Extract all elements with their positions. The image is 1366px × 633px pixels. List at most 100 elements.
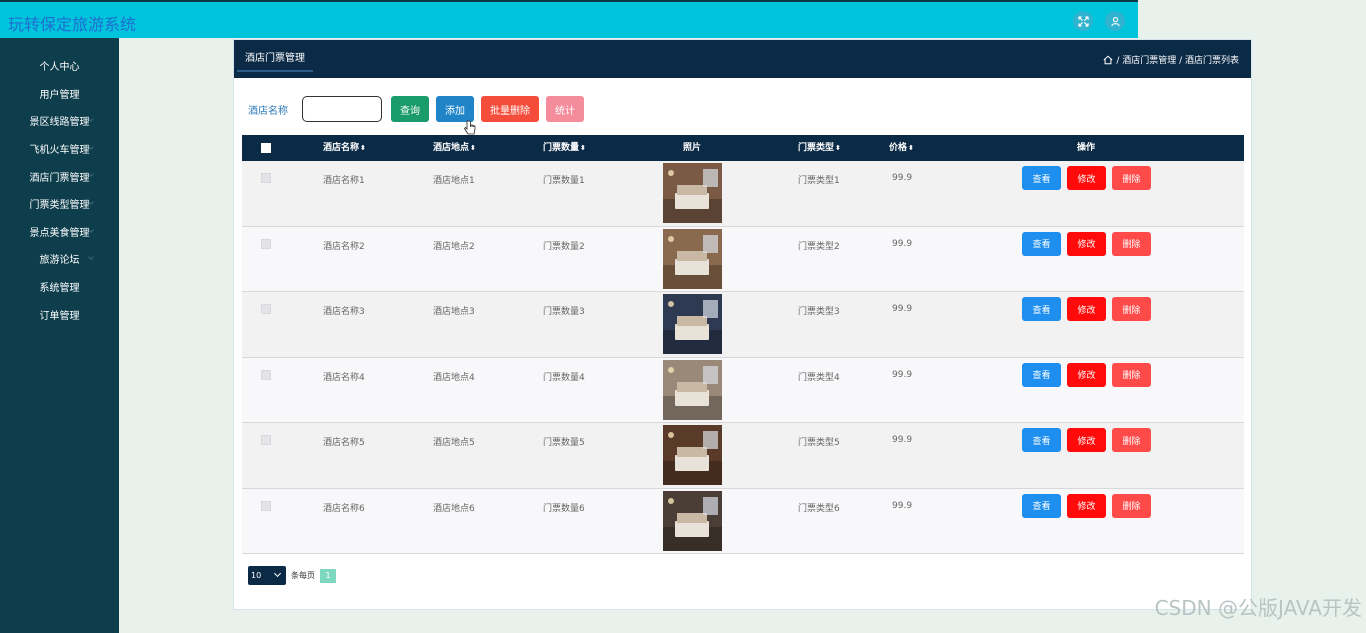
cell-ticket-quantity: 门票数量6 [543,503,585,514]
view-button[interactable]: 查看 [1022,428,1061,452]
sidebar-item[interactable]: 个人中心 [0,52,119,80]
sidebar-item-label: 个人中心 [39,62,80,74]
row-checkbox[interactable] [261,304,271,314]
sidebar-item[interactable]: 用户管理 [0,80,119,108]
sidebar-item-label: 飞机火车管理 [29,145,90,157]
delete-button[interactable]: 删除 [1112,362,1151,387]
col-hotel-location[interactable]: 酒店地点⬍ [433,135,476,161]
cell-hotel-name: 酒店名称4 [323,372,365,383]
sidebar-item[interactable]: 景点美食管理 [0,218,119,246]
cell-price: 99.9 [892,173,913,183]
sidebar-item-label: 景区线路管理 [29,117,90,129]
hotel-name-input[interactable] [302,96,382,122]
hotel-photo[interactable] [663,228,722,289]
sidebar-item-label: 系统管理 [39,283,80,295]
user-icon[interactable] [1105,11,1125,31]
query-button[interactable]: 查询 [391,96,429,122]
table-row: 酒店名称4 酒店地点4 门票数量4 门票类型4 99.9 查看 修改 删除 [242,357,1244,423]
fullscreen-icon[interactable] [1073,11,1093,31]
batch-delete-button[interactable]: 批量删除 [481,96,539,122]
hand-cursor-icon [463,120,476,135]
sidebar-item[interactable]: 门票类型管理 [0,190,119,218]
cell-hotel-name: 酒店名称1 [323,176,365,186]
stats-button[interactable]: 统计 [546,96,584,122]
add-button[interactable]: 添加 [436,96,474,122]
row-checkbox[interactable] [261,435,271,445]
edit-button[interactable]: 修改 [1067,297,1106,321]
sidebar-item[interactable]: 景区线路管理 [0,107,119,135]
cell-ticket-quantity: 门票数量5 [543,438,585,448]
chevron-down-icon [88,254,94,260]
cell-ticket-quantity: 门票数量2 [543,241,585,252]
view-button[interactable]: 查看 [1022,231,1061,256]
cell-hotel-name: 酒店名称3 [323,307,365,317]
edit-button[interactable]: 修改 [1067,428,1106,452]
table-row: 酒店名称1 酒店地点1 门票数量1 门票类型1 99.9 查看 修改 删除 [242,161,1244,227]
sidebar-item[interactable]: 酒店门票管理 [0,162,119,190]
hotel-photo[interactable] [663,490,722,551]
cell-hotel-location: 酒店地点6 [433,503,475,514]
edit-button[interactable]: 修改 [1067,362,1106,387]
cell-ticket-type: 门票类型1 [798,176,840,186]
table-header: 酒店名称⬍ 酒店地点⬍ 门票数量⬍ 照片 门票类型⬍ 价格⬍ 操作 [242,135,1244,161]
hotel-photo[interactable] [663,359,722,420]
home-icon[interactable] [1103,55,1113,65]
sidebar-item-label: 旅游论坛 [39,255,80,267]
edit-button[interactable]: 修改 [1067,166,1106,190]
view-button[interactable]: 查看 [1022,493,1061,518]
page-button-1[interactable]: 1 [320,568,336,583]
hotel-photo[interactable] [663,163,722,223]
col-hotel-name[interactable]: 酒店名称⬍ [323,135,366,161]
hotel-photo[interactable] [663,425,722,485]
cell-hotel-location: 酒店地点3 [433,307,475,317]
row-checkbox[interactable] [261,500,271,511]
col-ticket-type[interactable]: 门票类型⬍ [798,135,841,161]
delete-button[interactable]: 删除 [1112,428,1151,452]
table-row: 酒店名称5 酒店地点5 门票数量5 门票类型5 99.9 查看 修改 删除 [242,423,1244,489]
col-price[interactable]: 价格⬍ [889,135,914,161]
col-photo: 照片 [683,143,702,153]
table-body: 酒店名称1 酒店地点1 门票数量1 门票类型1 99.9 查看 修改 删除 酒店名称2 酒店地点2… [242,161,1244,554]
pagination: 10 条每页 1 [248,566,336,585]
sidebar-item[interactable]: 旅游论坛 [0,245,119,273]
cell-hotel-name: 酒店名称2 [323,241,365,252]
sidebar-item[interactable]: 系统管理 [0,273,119,301]
table-row: 酒店名称2 酒店地点2 门票数量2 门票类型2 99.9 查看 修改 删除 [242,226,1244,292]
sidebar-item-label: 订单管理 [39,310,80,322]
view-button[interactable]: 查看 [1022,166,1061,190]
delete-button[interactable]: 删除 [1112,297,1151,321]
cell-ticket-quantity: 门票数量4 [543,372,585,383]
cell-ticket-type: 门票类型5 [798,438,840,448]
edit-button[interactable]: 修改 [1067,231,1106,256]
table-row: 酒店名称6 酒店地点6 门票数量6 门票类型6 99.9 查看 修改 删除 [242,488,1244,554]
row-checkbox[interactable] [261,369,271,380]
hotel-photo[interactable] [663,294,722,354]
delete-button[interactable]: 删除 [1112,166,1151,190]
search-label: 酒店名称 [248,105,288,117]
tab-hotel-ticket-management[interactable]: 酒店门票管理 [237,40,313,72]
breadcrumb-text: / 酒店门票管理 / 酒店门票列表 [1116,56,1239,66]
row-checkbox[interactable] [261,173,271,183]
chevron-down-icon [88,226,94,233]
cell-hotel-location: 酒店地点4 [433,372,475,383]
app-title: 玩转保定旅游系统 [8,15,137,34]
sidebar-item[interactable]: 订单管理 [0,300,119,328]
sidebar: 个人中心用户管理景区线路管理 飞机火车管理 酒店门票管理门票类型管理 景点美食管理旅游… [0,38,119,633]
sidebar-item-label: 酒店门票管理 [29,172,90,184]
sidebar-item[interactable]: 飞机火车管理 [0,135,119,163]
page-size-select[interactable]: 10 [248,566,286,585]
delete-button[interactable]: 删除 [1112,231,1151,256]
cell-ticket-quantity: 门票数量3 [543,307,585,317]
cell-ticket-type: 门票类型4 [798,372,840,383]
col-ticket-quantity[interactable]: 门票数量⬍ [543,135,586,161]
panel-header: 酒店门票管理 / 酒店门票管理 / 酒店门票列表 [234,40,1251,78]
edit-button[interactable]: 修改 [1067,493,1106,518]
row-checkbox[interactable] [261,238,271,249]
delete-button[interactable]: 删除 [1112,493,1151,518]
view-button[interactable]: 查看 [1022,297,1061,321]
cell-price: 99.9 [892,369,913,380]
select-all-checkbox[interactable] [261,143,271,153]
cell-price: 99.9 [892,500,913,511]
col-actions: 操作 [1077,143,1096,153]
view-button[interactable]: 查看 [1022,362,1061,387]
